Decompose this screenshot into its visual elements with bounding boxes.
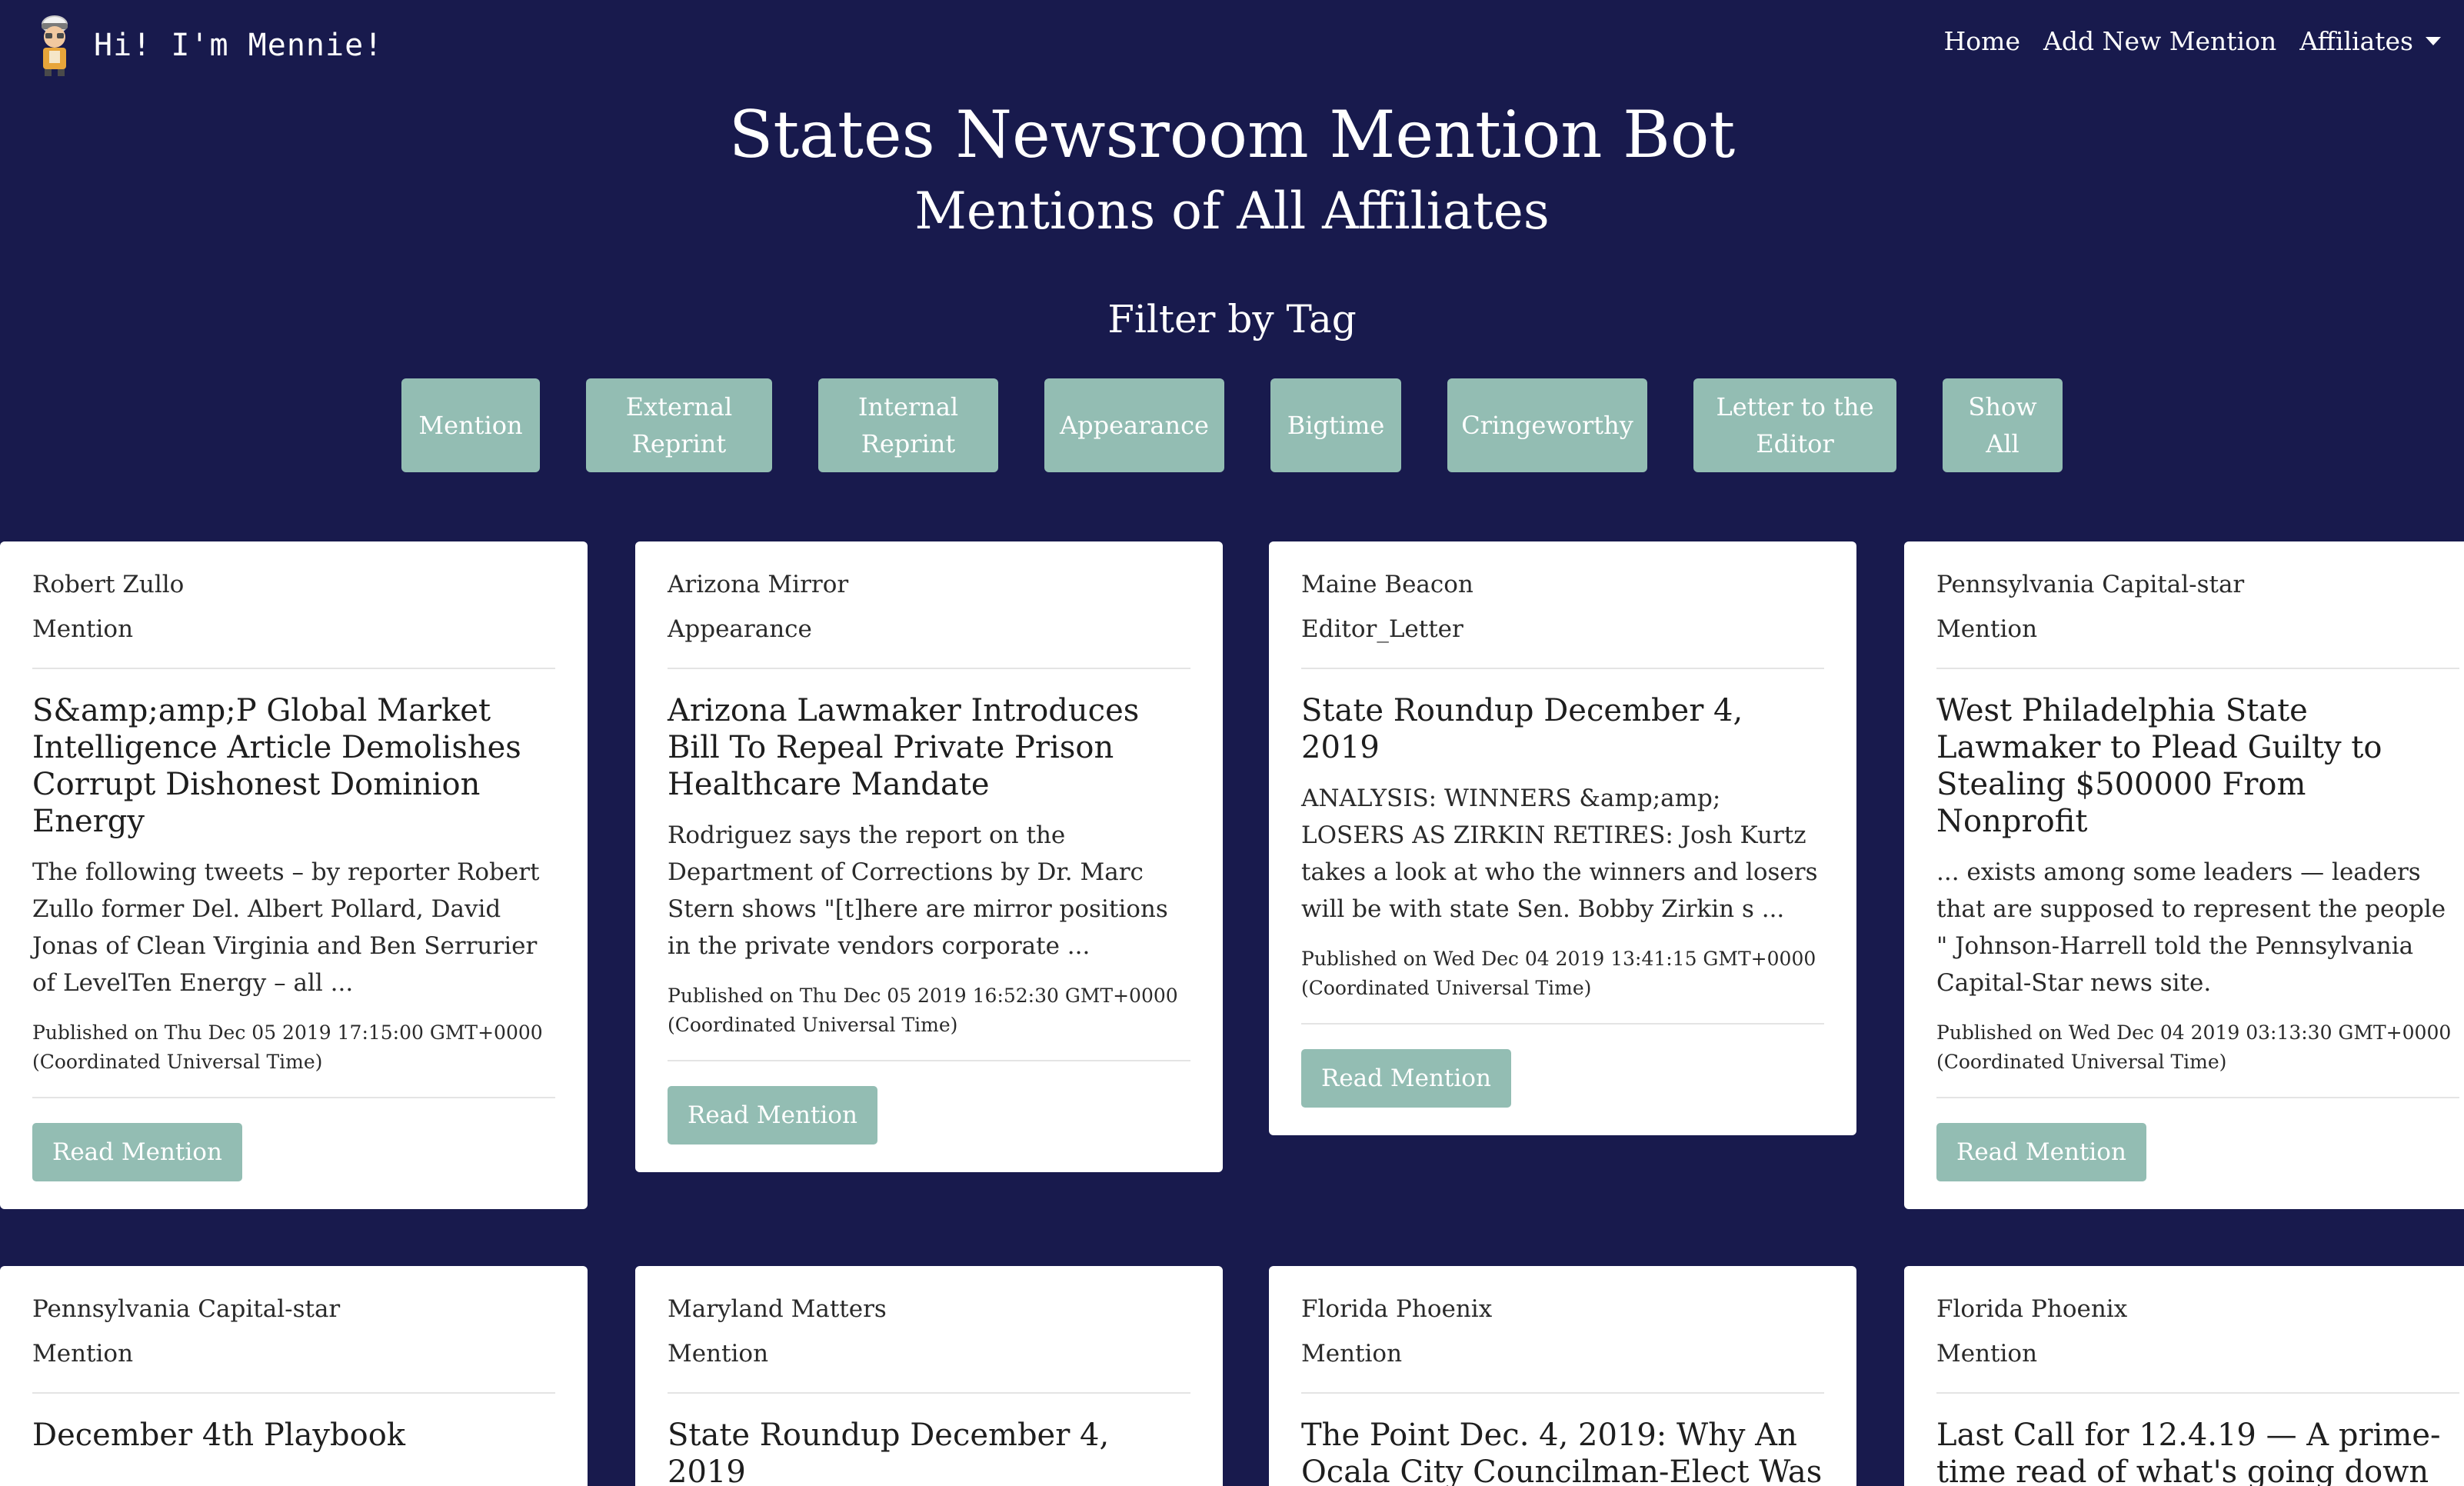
nav-links: Home Add New Mention Affiliates	[1921, 26, 2441, 56]
tag-label-line: Appearance	[1060, 411, 1209, 440]
card-type: Editor_Letter	[1301, 615, 1463, 643]
tag-button-internal-reprint[interactable]: Internal Reprint	[818, 378, 998, 472]
tag-label-line: Cringeworthy	[1461, 411, 1633, 440]
tag-button-label: Cringeworthy	[1461, 407, 1633, 444]
card-divider	[32, 668, 555, 669]
tag-button-label: Internal Reprint	[858, 388, 958, 462]
brand-text: Hi! I'm Mennie!	[94, 28, 384, 63]
card-divider	[1301, 668, 1824, 669]
tag-button-cringeworthy[interactable]: Cringeworthy	[1447, 378, 1647, 472]
card-divider	[1936, 668, 2459, 669]
tag-filter-bar: Mention External Reprint Internal Reprint App…	[0, 378, 2464, 472]
affiliates-dropdown[interactable]: Affiliates	[2299, 26, 2441, 56]
tag-button-label: Bigtime	[1287, 407, 1385, 444]
page-subtitle: Mentions of All Affiliates	[914, 182, 1550, 241]
card-divider	[1301, 1392, 1824, 1394]
mention-card: Florida Phoenix Mention The Point Dec. 4, …	[1269, 1266, 1856, 1486]
card-title: Last Call for 12.4.19 — A prime-time rea…	[1936, 1418, 2441, 1486]
tag-button-mention[interactable]: Mention	[401, 378, 540, 472]
caret-down-icon	[2426, 37, 2441, 45]
tag-button-label: Mention	[418, 407, 522, 444]
read-mention-button[interactable]: Read Mention	[1936, 1123, 2146, 1181]
card-type: Mention	[1301, 1340, 1403, 1368]
page-title: States Newsroom Mention Bot	[728, 97, 1736, 172]
card-divider	[32, 1097, 555, 1098]
card-type: Mention	[1936, 1340, 2038, 1368]
tag-label-line: Reprint	[861, 429, 956, 458]
nav-add-new-mention-link[interactable]: Add New Mention	[2043, 26, 2276, 56]
card-divider	[1936, 1097, 2459, 1098]
card-divider	[32, 1392, 555, 1394]
tag-label-line: Reprint	[631, 429, 727, 458]
tag-label-line: Mention	[418, 411, 523, 440]
card-title: S&amp;amp;P Global Market Intelligence A…	[32, 693, 521, 839]
tag-button-label: Letter to the Editor	[1716, 388, 1873, 462]
brand[interactable]: Hi! I'm Mennie!	[31, 14, 383, 77]
card-source: Robert Zullo	[32, 571, 185, 598]
card-excerpt: ... exists among some leaders — leaders …	[1936, 858, 2446, 997]
mention-card: Maine Beacon Editor_Letter State Roundup D…	[1269, 541, 1856, 1135]
tag-label-line: Letter to the	[1716, 392, 1874, 421]
tag-button-external-reprint[interactable]: External Reprint	[586, 378, 772, 472]
card-source: Maryland Matters	[668, 1295, 887, 1323]
card-source: Florida Phoenix	[1936, 1295, 2128, 1323]
card-divider	[1936, 1392, 2459, 1394]
card-excerpt: The following tweets – by reporter Rober…	[32, 858, 540, 997]
tag-button-appearance[interactable]: Appearance	[1044, 378, 1224, 472]
card-excerpt: ANALYSIS: WINNERS &amp;amp; LOSERS AS ZI…	[1301, 785, 1818, 923]
card-type: Mention	[32, 615, 134, 643]
card-divider	[668, 1060, 1190, 1061]
filter-heading: Filter by Tag	[1107, 297, 1357, 342]
mention-card: Robert Zullo Mention S&amp;amp;P Global Ma…	[0, 541, 588, 1209]
card-type: Appearance	[668, 615, 812, 643]
card-published-date: Published on Wed Dec 04 2019 13:41:15 GM…	[1301, 948, 1816, 999]
tag-label-line: Editor	[1756, 429, 1834, 458]
tag-button-letter-to-the-editor[interactable]: Letter to the Editor	[1693, 378, 1896, 472]
mention-card: Maryland Matters Mention State Roundup Dec…	[635, 1266, 1223, 1486]
read-mention-button[interactable]: Read Mention	[668, 1086, 877, 1144]
card-title: December 4th Playbook	[32, 1418, 406, 1453]
card-excerpt: Rodriguez says the report on the Departm…	[668, 821, 1168, 960]
card-type: Mention	[32, 1340, 134, 1368]
tag-button-label: Show All	[1968, 388, 2036, 462]
tag-label-line: All	[1986, 429, 2019, 458]
tag-button-show-all[interactable]: Show All	[1943, 378, 2063, 472]
card-title: State Roundup December 4, 2019	[1301, 693, 1743, 765]
mennie-mascot-icon	[42, 15, 68, 76]
tag-label-line: Bigtime	[1287, 411, 1385, 440]
read-mention-button[interactable]: Read Mention	[1301, 1049, 1511, 1108]
nav-home-link[interactable]: Home	[1944, 26, 2020, 56]
card-type: Mention	[668, 1340, 769, 1368]
mention-card: Pennsylvania Capital-star Mention West Phi…	[1904, 541, 2464, 1209]
read-mention-button[interactable]: Read Mention	[32, 1123, 242, 1181]
card-source: Pennsylvania Capital-star	[1936, 571, 2245, 598]
card-title: The Point Dec. 4, 2019: Why An Ocala Cit…	[1301, 1418, 1823, 1486]
tag-button-label: Appearance	[1060, 407, 1209, 444]
card-title: State Roundup December 4, 2019	[668, 1418, 1110, 1486]
tag-button-bigtime[interactable]: Bigtime	[1270, 378, 1401, 472]
card-published-date: Published on Thu Dec 05 2019 16:52:30 GM…	[668, 985, 1178, 1036]
card-source: Pennsylvania Capital-star	[32, 1295, 341, 1323]
card-title: West Philadelphia State Lawmaker to Plea…	[1936, 693, 2382, 839]
card-source: Maine Beacon	[1301, 571, 1473, 598]
card-source: Florida Phoenix	[1301, 1295, 1493, 1323]
card-divider	[668, 1392, 1190, 1394]
tag-label-line: Internal	[857, 392, 959, 421]
mention-card: Arizona Mirror Appearance Arizona Lawmaker…	[635, 541, 1223, 1172]
card-source: Arizona Mirror	[668, 571, 849, 598]
card-divider	[668, 668, 1190, 669]
card-published-date: Published on Thu Dec 05 2019 17:15:00 GM…	[32, 1021, 543, 1073]
card-title: Arizona Lawmaker Introduces Bill To Repe…	[668, 693, 1140, 802]
tag-label-line: Show	[1968, 392, 2037, 421]
mention-card: Pennsylvania Capital-star Mention December…	[0, 1266, 588, 1486]
mention-card: Florida Phoenix Mention Last Call for 12.4…	[1904, 1266, 2464, 1486]
affiliates-dropdown-label: Affiliates	[2299, 26, 2413, 56]
card-published-date: Published on Wed Dec 04 2019 03:13:30 GM…	[1936, 1021, 2452, 1073]
card-divider	[1301, 1023, 1824, 1025]
tag-button-label: External Reprint	[626, 388, 732, 462]
navbar: Hi! I'm Mennie! Home Add New Mention Aff…	[0, 0, 2464, 85]
tag-label-line: External	[625, 392, 733, 421]
page-header: States Newsroom Mention Bot Mentions of …	[0, 92, 2464, 246]
card-type: Mention	[1936, 615, 2038, 643]
